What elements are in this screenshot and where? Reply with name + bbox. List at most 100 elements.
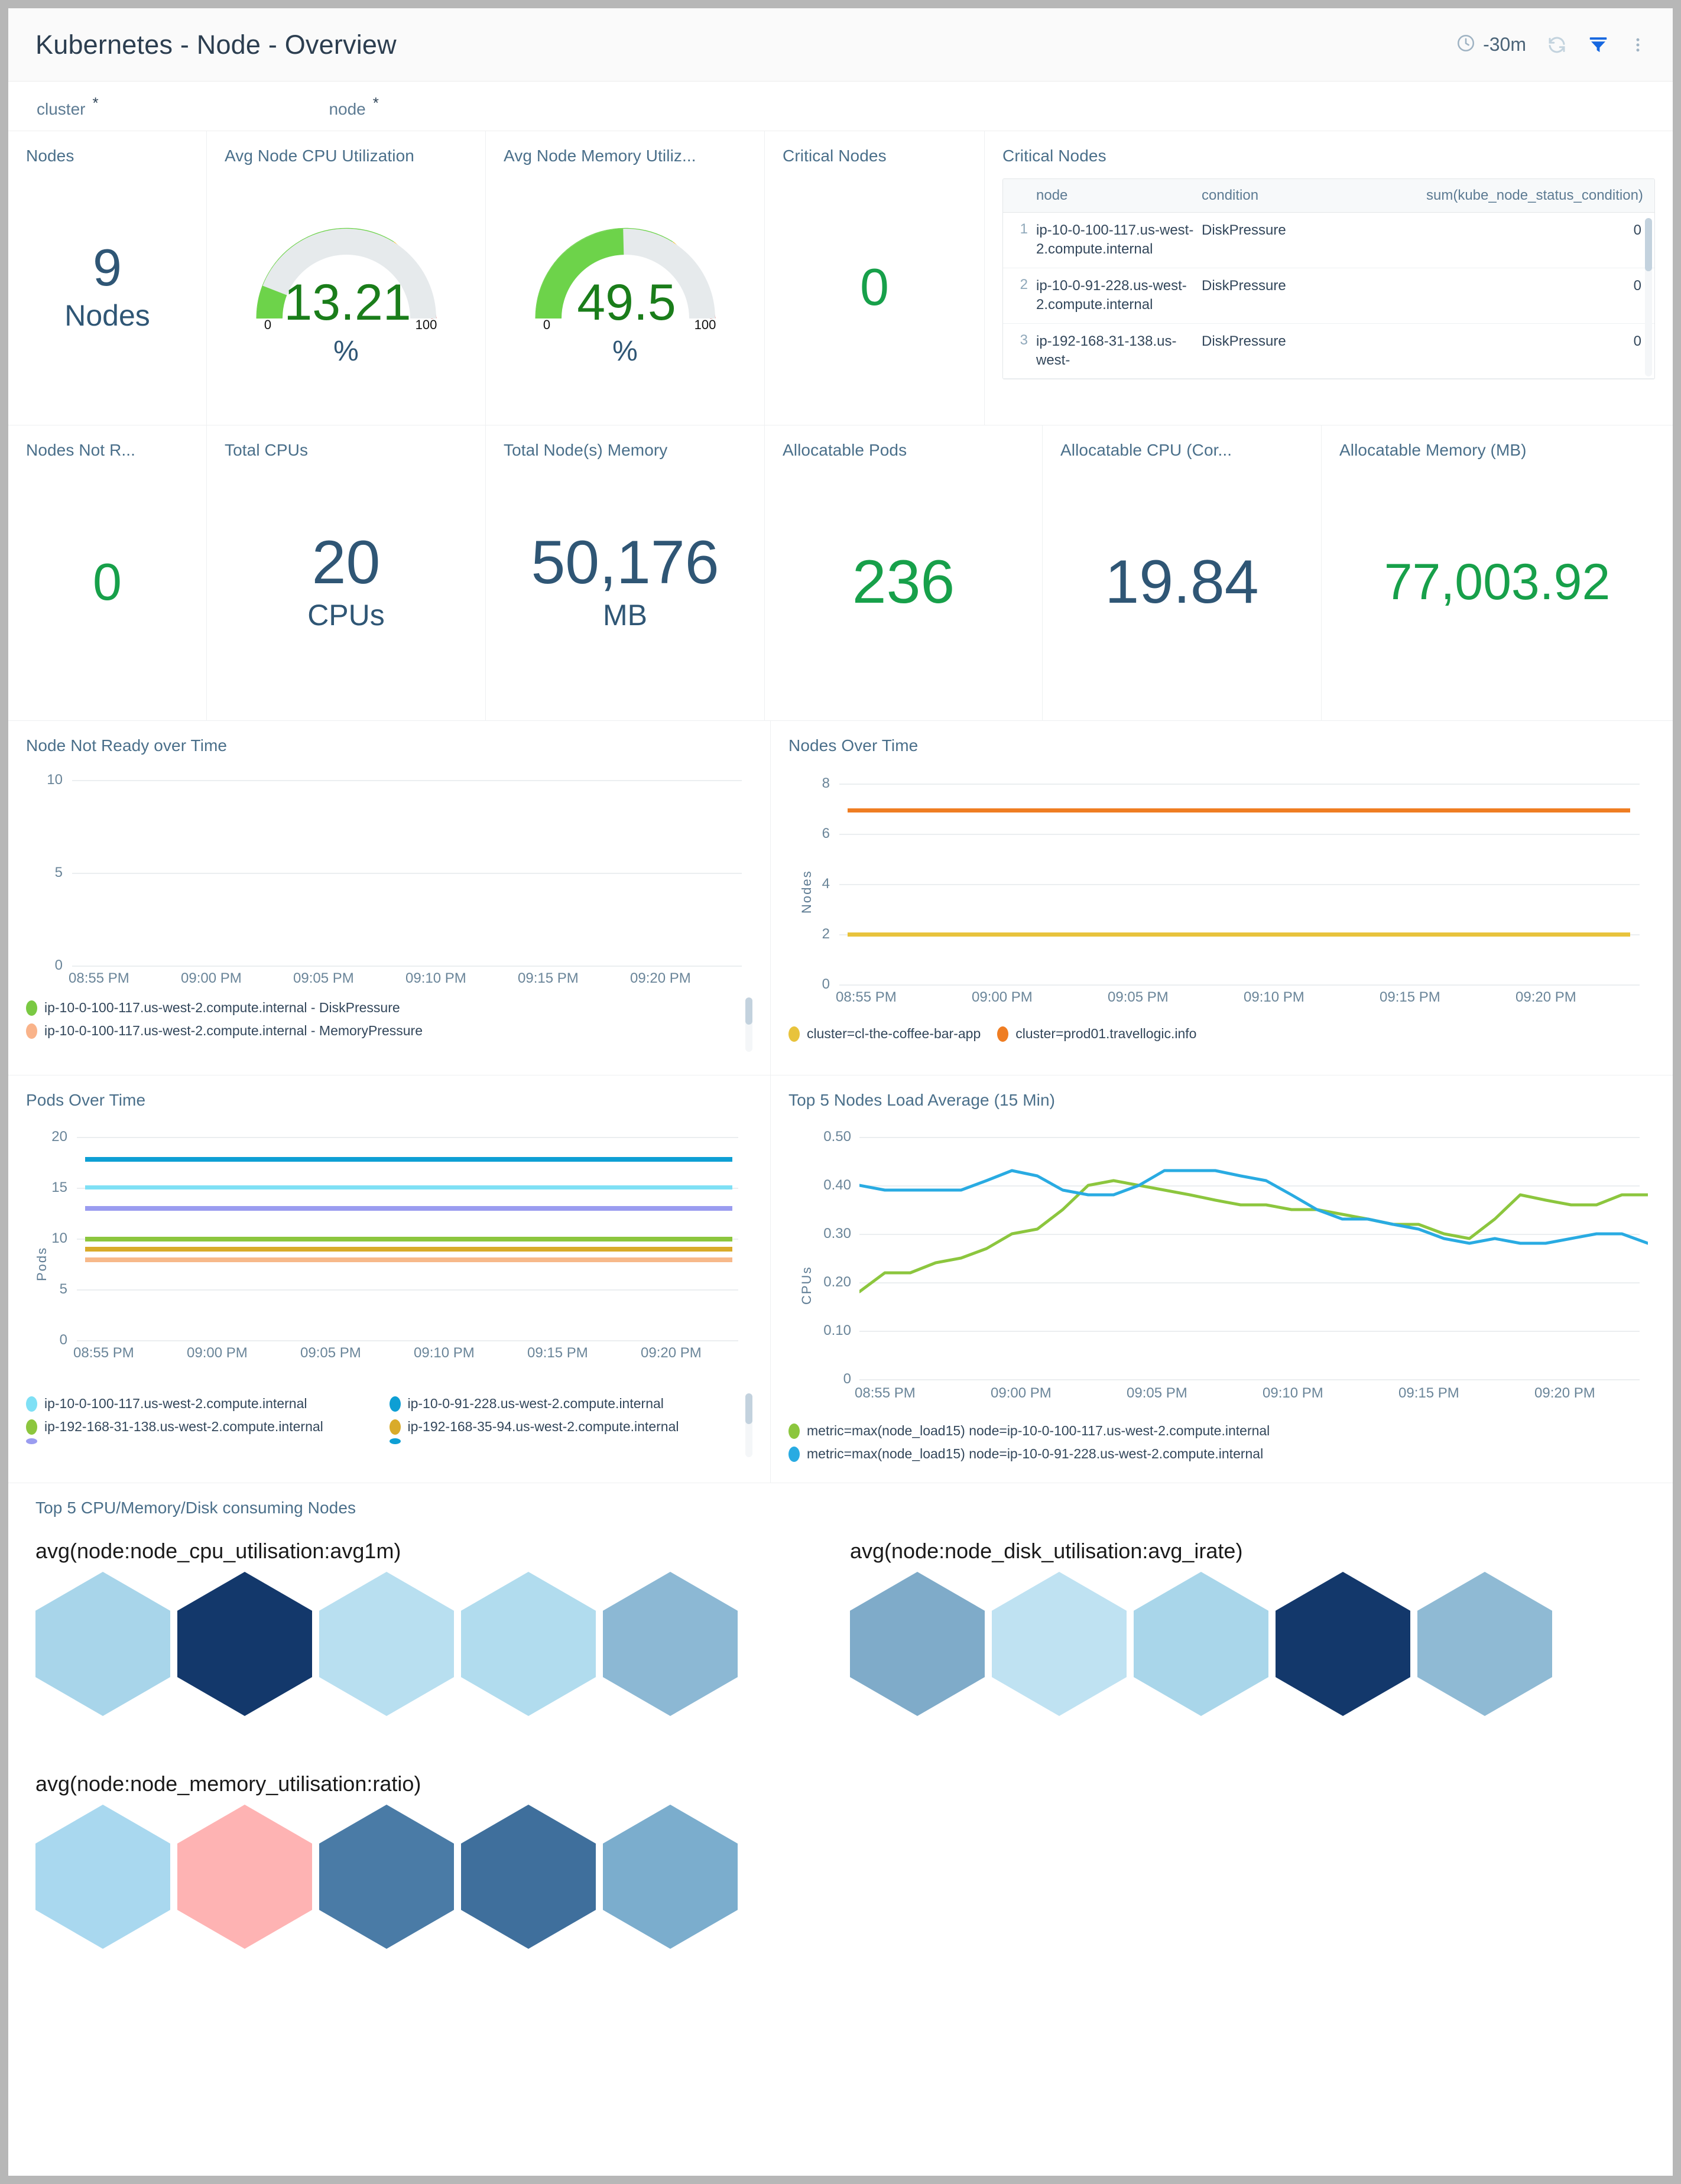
legend-item[interactable] [389, 1438, 753, 1444]
y-tick: 0.10 [823, 1322, 851, 1338]
table-row[interactable]: 3 ip-192-168-31-138.us-west- DiskPressur… [1003, 324, 1654, 379]
cluster-filter[interactable]: cluster * [37, 95, 270, 118]
hexagon-cell[interactable] [1276, 1572, 1410, 1716]
y-tick: 0 [843, 1371, 851, 1387]
series-line-ip-192-168-31-138 [85, 1237, 732, 1242]
hexagon-cell[interactable] [1134, 1572, 1268, 1716]
hexagon-cell[interactable] [177, 1805, 312, 1949]
legend-item[interactable]: ip-10-0-100-117.us-west-2.compute.intern… [26, 996, 752, 1019]
legend-color-swatch [997, 1026, 1009, 1042]
hexagon-cell[interactable] [1417, 1572, 1552, 1716]
panel-total-node-memory[interactable]: Total Node(s) Memory 50,176 MB [486, 425, 765, 721]
x-tick: 08:55 PM [73, 1345, 134, 1361]
legend-color-swatch [26, 1023, 37, 1039]
legend-label: ip-10-0-100-117.us-west-2.compute.intern… [44, 1396, 307, 1411]
panel-node-not-ready-over-time[interactable]: Node Not Ready over Time 10 5 0 08:55 PM… [8, 721, 771, 1075]
panel-nodes-not-ready[interactable]: Nodes Not R... 0 [8, 425, 207, 721]
panel-title-avg-cpu: Avg Node CPU Utilization [225, 147, 414, 165]
panel-top5-load-average[interactable]: Top 5 Nodes Load Average (15 Min) CPUs 0… [771, 1075, 1673, 1483]
panel-allocatable-pods[interactable]: Allocatable Pods 236 [765, 425, 1043, 721]
x-tick: 08:55 PM [836, 989, 897, 1005]
panel-allocatable-memory[interactable]: Allocatable Memory (MB) 77,003.92 [1322, 425, 1673, 721]
node-filter[interactable]: node * [329, 95, 550, 118]
table-row[interactable]: 2 ip-10-0-91-228.us-west-2.compute.inter… [1003, 268, 1654, 324]
legend-item[interactable]: metric=max(node_load15) node=ip-10-0-91-… [788, 1442, 1655, 1465]
legend-label: cluster=cl-the-coffee-bar-app [807, 1026, 981, 1041]
y-tick: 0.30 [823, 1226, 851, 1242]
x-tick: 09:20 PM [1516, 989, 1576, 1005]
table-scrollbar-thumb[interactable] [1645, 218, 1652, 271]
panel-top5-consuming-nodes[interactable]: Top 5 CPU/Memory/Disk consuming Nodes av… [8, 1483, 1673, 1984]
series-line-ip-192-168-35-94 [85, 1247, 732, 1252]
nodes-over-time-legend: cluster=cl-the-coffee-bar-app cluster=pr… [788, 1022, 1655, 1045]
time-range-picker[interactable]: -30m [1456, 33, 1526, 56]
table-scrollbar[interactable] [1645, 218, 1652, 376]
legend-item[interactable]: ip-192-168-31-138.us-west-2.compute.inte… [26, 1415, 390, 1438]
cluster-filter-value: * [92, 93, 99, 112]
panel-critical-nodes-kpi[interactable]: Critical Nodes 0 [765, 131, 985, 425]
panel-row-3: Node Not Ready over Time 10 5 0 08:55 PM… [8, 721, 1673, 1075]
legend-color-swatch [26, 1396, 37, 1412]
nodes-unit: Nodes [64, 299, 150, 332]
filter-bar: cluster * node * [8, 82, 1673, 131]
legend-color-swatch [389, 1438, 401, 1444]
node-filter-value: * [372, 93, 379, 112]
cluster-filter-input[interactable]: * [92, 95, 270, 113]
gridline [839, 834, 1640, 835]
legend-item[interactable]: cluster=cl-the-coffee-bar-app [788, 1022, 981, 1045]
refresh-icon[interactable] [1546, 34, 1568, 56]
panel-nodes[interactable]: Nodes 9 Nodes [8, 131, 207, 425]
table-row[interactable]: 1 ip-10-0-100-117.us-west-2.compute.inte… [1003, 213, 1654, 268]
hex-group-disk: avg(node:node_disk_utilisation:avg_irate… [850, 1539, 1572, 1716]
hexagon-cell[interactable] [319, 1805, 454, 1949]
row-index: 2 [1020, 276, 1028, 292]
panel-title-nodes-not-ready: Nodes Not R... [26, 441, 136, 459]
hexagon-cell[interactable] [850, 1572, 985, 1716]
legend-item[interactable] [26, 1438, 390, 1444]
hexagon-cell[interactable] [461, 1805, 596, 1949]
legend-label: ip-10-0-100-117.us-west-2.compute.intern… [44, 1000, 400, 1015]
legend-item[interactable]: metric=max(node_load15) node=ip-10-0-100… [788, 1419, 1655, 1442]
y-axis-label: Pods [34, 1246, 49, 1281]
hexagon-cell[interactable] [992, 1572, 1127, 1716]
panel-pods-over-time[interactable]: Pods Over Time Pods 20 15 10 5 0 08:55 P… [8, 1075, 771, 1483]
legend-item[interactable]: cluster=prod01.travellogic.info [997, 1022, 1196, 1045]
legend-item[interactable]: ip-10-0-100-117.us-west-2.compute.intern… [26, 1392, 390, 1415]
legend-scrollbar-thumb[interactable] [745, 1393, 752, 1424]
hexagon-cell[interactable] [603, 1572, 738, 1716]
panel-total-cpus[interactable]: Total CPUs 20 CPUs [207, 425, 486, 721]
y-tick: 10 [51, 1230, 67, 1246]
legend-item[interactable]: ip-10-0-100-117.us-west-2.compute.intern… [26, 1019, 752, 1042]
x-tick: 09:10 PM [1244, 989, 1304, 1005]
top5-load-chart: CPUs 0.50 0.40 0.30 0.20 0.10 0 08:55 PM… [788, 1110, 1655, 1401]
legend-scrollbar-thumb[interactable] [745, 997, 752, 1025]
hexagon-cell[interactable] [35, 1805, 170, 1949]
panel-critical-nodes-table[interactable]: Critical Nodes node condition sum(kube_n… [985, 131, 1673, 425]
node-filter-input[interactable]: * [373, 95, 550, 113]
gridline [72, 966, 742, 967]
legend-label: ip-192-168-31-138.us-west-2.compute.inte… [44, 1419, 323, 1434]
gridline [72, 780, 742, 781]
filter-icon[interactable] [1588, 34, 1609, 56]
hexagon-cell[interactable] [319, 1572, 454, 1716]
hexagon-cell[interactable] [461, 1572, 596, 1716]
hexagon-cell[interactable] [177, 1572, 312, 1716]
hexagon-cell[interactable] [35, 1572, 170, 1716]
critical-nodes-table[interactable]: node condition sum(kube_node_status_cond… [1002, 178, 1655, 379]
legend-scrollbar[interactable] [745, 1393, 752, 1457]
row-node: ip-10-0-91-228.us-west-2.compute.interna… [1036, 277, 1187, 313]
gridline [839, 984, 1640, 986]
panel-nodes-over-time[interactable]: Nodes Over Time Nodes 8 6 4 2 0 08:55 PM… [771, 721, 1673, 1075]
legend-color-swatch [788, 1423, 800, 1439]
legend-label: ip-10-0-91-228.us-west-2.compute.interna… [407, 1396, 664, 1411]
panel-allocatable-cpu[interactable]: Allocatable CPU (Cor... 19.84 [1043, 425, 1322, 721]
hexagon-cell[interactable] [603, 1805, 738, 1949]
panel-avg-memory-utilization[interactable]: Avg Node Memory Utiliz... 0 100 49.5 % [486, 131, 765, 425]
legend-scrollbar[interactable] [745, 997, 752, 1052]
legend-item[interactable]: ip-10-0-91-228.us-west-2.compute.interna… [389, 1392, 753, 1415]
more-options-icon[interactable] [1629, 34, 1647, 56]
x-tick: 09:00 PM [181, 970, 242, 986]
legend-item[interactable]: ip-192-168-35-94.us-west-2.compute.inter… [389, 1415, 753, 1438]
panel-avg-cpu-utilization[interactable]: Avg Node CPU Utilization 0 100 13.21 % [207, 131, 486, 425]
y-tick: 0 [822, 976, 830, 992]
